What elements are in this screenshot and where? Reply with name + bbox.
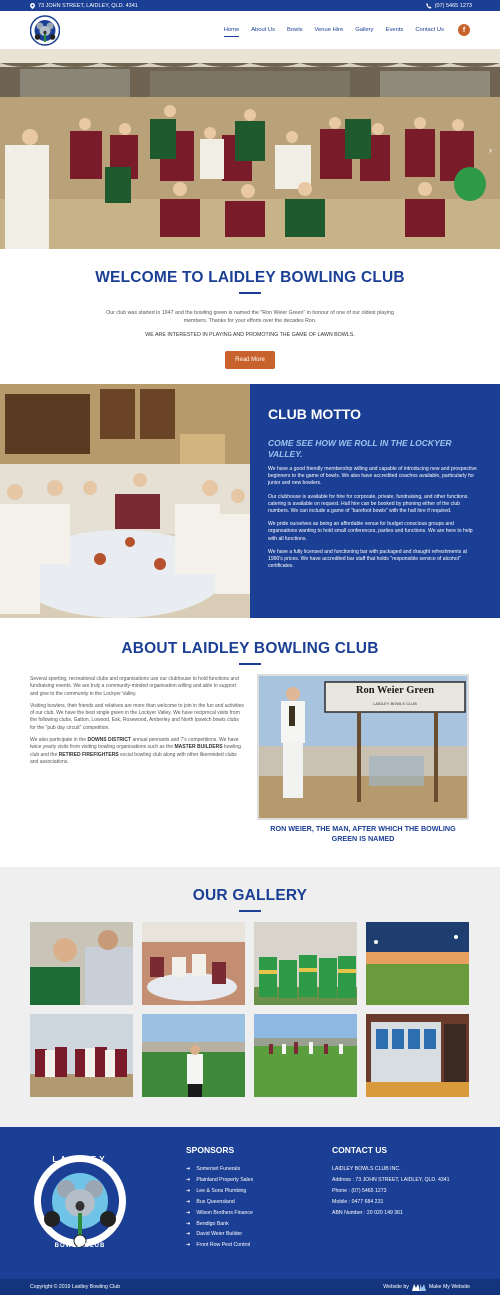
nav-gallery[interactable]: Gallery	[349, 25, 379, 35]
ron-weier-photo: Ron Weier Green LAIDLEY BOWLS CLUB	[257, 674, 469, 820]
sponsor-item[interactable]: ➜ Plainland Property Sales	[186, 1175, 253, 1186]
main-nav: Home About Us Bowls Venue Hire Gallery E…	[218, 24, 470, 37]
top-bar: 73 JOHN STREET, LAIDLEY, QLD. 4341 (07) …	[0, 0, 500, 11]
green-sign-subtext: LAIDLEY BOWLS CLUB	[373, 701, 417, 706]
sponsors-column: SPONSORS ➜ Somerset Funerals ➜ Plainland P…	[186, 1145, 253, 1251]
location-pin-icon	[30, 2, 35, 9]
slider-next-icon[interactable]: ›	[489, 145, 492, 155]
address-text: 73 JOHN STREET, LAIDLEY, QLD. 4341	[38, 2, 138, 9]
arrow-right-icon: ➜	[186, 1166, 191, 1172]
gallery-thumbnail[interactable]	[254, 922, 357, 1005]
motto-tagline: COME SEE HOW WE ROLL IN THE LOCKYER VALL…	[268, 438, 452, 459]
motto-paragraph: We have a good friendly membership willi…	[268, 466, 477, 487]
bottom-bar: Copyright © 2019 Laidley Bowling Club We…	[0, 1279, 500, 1295]
sponsor-item[interactable]: ➜ Somerset Funerals	[186, 1164, 253, 1175]
make-my-website-logo-icon	[411, 1283, 426, 1291]
facebook-button[interactable]: f	[458, 24, 470, 36]
photo-caption: RON WEIER, THE MAN, AFTER WHICH THE BOWL…	[270, 824, 456, 843]
clubhouse-photo	[0, 384, 250, 618]
phone-text: (07) 5465 1273	[434, 2, 472, 9]
logo-text-bottom: BOWLS CLUB	[54, 1243, 106, 1249]
nav-contact-us[interactable]: Contact Us	[409, 25, 450, 35]
site-footer: LAIDLEY BOWLS CLUB SPONSORS ➜ Somerset Fu…	[0, 1127, 500, 1279]
website-credit[interactable]: Website by Make My Website	[383, 1283, 470, 1291]
contact-mobile[interactable]: Mobile : 0477 684 231	[332, 1197, 450, 1208]
sponsor-item[interactable]: ➜ Wilson Brothers Finance	[186, 1208, 253, 1219]
welcome-title: WELCOME TO LAIDLEY BOWLING CLUB	[95, 269, 405, 286]
gallery-grid	[30, 922, 470, 1097]
sponsor-item[interactable]: ➜ Bus Queensland	[186, 1197, 253, 1208]
arrow-right-icon: ➜	[186, 1198, 191, 1205]
contact-address: Address : 73 JOHN STREET, LAIDLEY, QLD. …	[332, 1176, 450, 1183]
address-info: 73 JOHN STREET, LAIDLEY, QLD. 4341	[30, 2, 138, 9]
copyright-text: Copyright © 2019 Laidley Bowling Club	[30, 1284, 121, 1290]
about-section: ABOUT LAIDLEY BOWLING CLUB Several sport…	[0, 618, 500, 867]
contact-abn: ABN Number : 20 020 149 361	[332, 1209, 403, 1216]
about-paragraph: Several sporting, recreational clubs and…	[30, 676, 239, 697]
welcome-intro: Our club was started in 1947 and the bow…	[106, 310, 394, 324]
gallery-thumbnail[interactable]	[254, 1014, 357, 1097]
gallery-thumbnail[interactable]	[366, 1014, 469, 1097]
facebook-icon: f	[462, 26, 466, 34]
hero-image	[0, 49, 500, 249]
sponsor-item[interactable]: ➜ David Weier Builder	[186, 1229, 253, 1240]
arrow-right-icon: ➜	[186, 1187, 191, 1194]
motto-paragraph: Our clubhouse is available for hire for …	[268, 493, 469, 515]
nav-bowls[interactable]: Bowls	[281, 25, 308, 35]
arrow-right-icon: ➜	[186, 1242, 191, 1249]
motto-section: CLUB MOTTO COME SEE HOW WE ROLL IN THE L…	[0, 384, 500, 618]
title-underline	[239, 663, 261, 665]
sponsor-item[interactable]: ➜ Lee & Sons Plumbing	[186, 1186, 253, 1197]
motto-panel: CLUB MOTTO COME SEE HOW WE ROLL IN THE L…	[250, 384, 500, 618]
title-underline	[239, 292, 261, 294]
green-sign-text: Ron Weier Green	[355, 685, 435, 696]
gallery-thumbnail[interactable]	[142, 922, 245, 1005]
gallery-section: OUR GALLERY	[0, 867, 500, 1127]
phone-info[interactable]: (07) 5465 1273	[425, 2, 472, 9]
sponsor-item[interactable]: ➜ Front Row Pest Control	[186, 1240, 253, 1251]
hero-slider: ‹ ›	[0, 49, 500, 249]
read-more-button[interactable]: Read More	[225, 351, 275, 369]
gallery-title: OUR GALLERY	[192, 887, 308, 904]
sponsors-list: ➜ Somerset Funerals ➜ Plainland Property S…	[186, 1164, 253, 1251]
contact-phone[interactable]: Phone : (07) 5465 1273	[332, 1186, 450, 1197]
contact-title: CONTACT US	[332, 1145, 388, 1155]
logo-text-top: LAIDLEY	[52, 1155, 108, 1164]
about-paragraph: Visiting bowlers, their friends and rela…	[30, 702, 244, 731]
sponsor-item[interactable]: ➜ Bendigo Bank	[186, 1219, 253, 1230]
gallery-thumbnail[interactable]	[366, 922, 469, 1005]
arrow-right-icon: ➜	[186, 1209, 191, 1216]
about-paragraph: We also participate in the DOWNS DISTRIC…	[30, 737, 241, 765]
contact-details: LAIDLEY BOWLS CLUB INC. Address : 73 JOH…	[332, 1164, 450, 1219]
about-title: ABOUT LAIDLEY BOWLING CLUB	[121, 640, 379, 657]
footer-logo[interactable]: LAIDLEY BOWLS CLUB	[30, 1145, 130, 1260]
title-underline	[239, 910, 261, 912]
club-logo[interactable]	[29, 14, 61, 47]
gallery-thumbnail[interactable]	[30, 1014, 133, 1097]
welcome-section: WELCOME TO LAIDLEY BOWLING CLUB Our club…	[0, 249, 500, 384]
motto-paragraph: We have a fully licensed and functioning…	[268, 548, 467, 570]
nav-about-us[interactable]: About Us	[245, 25, 281, 35]
about-text: Several sporting, recreational clubs and…	[30, 676, 245, 771]
gallery-thumbnail[interactable]	[142, 1014, 245, 1097]
motto-paragraph: We pride ourselves as being an affordabl…	[268, 521, 473, 542]
slider-prev-icon[interactable]: ‹	[8, 145, 11, 155]
nav-events[interactable]: Events	[380, 25, 410, 35]
arrow-right-icon: ➜	[186, 1176, 191, 1183]
nav-venue-hire[interactable]: Venue Hire	[309, 25, 350, 35]
welcome-interest: WE ARE INTERESTED IN PLAYING AND PROMOTI…	[145, 332, 355, 338]
nav-home[interactable]: Home	[218, 25, 245, 37]
arrow-right-icon: ➜	[186, 1231, 191, 1238]
phone-icon	[425, 2, 432, 9]
arrow-right-icon: ➜	[186, 1220, 191, 1227]
site-header: Home About Us Bowls Venue Hire Gallery E…	[0, 11, 500, 49]
contact-name: LAIDLEY BOWLS CLUB INC.	[332, 1166, 401, 1172]
koala-logo-icon	[29, 14, 61, 46]
gallery-thumbnail[interactable]	[30, 922, 133, 1005]
contact-column: CONTACT US LAIDLEY BOWLS CLUB INC. Addre…	[332, 1145, 450, 1219]
motto-title: CLUB MOTTO	[268, 406, 362, 422]
sponsors-title: SPONSORS	[186, 1145, 235, 1155]
